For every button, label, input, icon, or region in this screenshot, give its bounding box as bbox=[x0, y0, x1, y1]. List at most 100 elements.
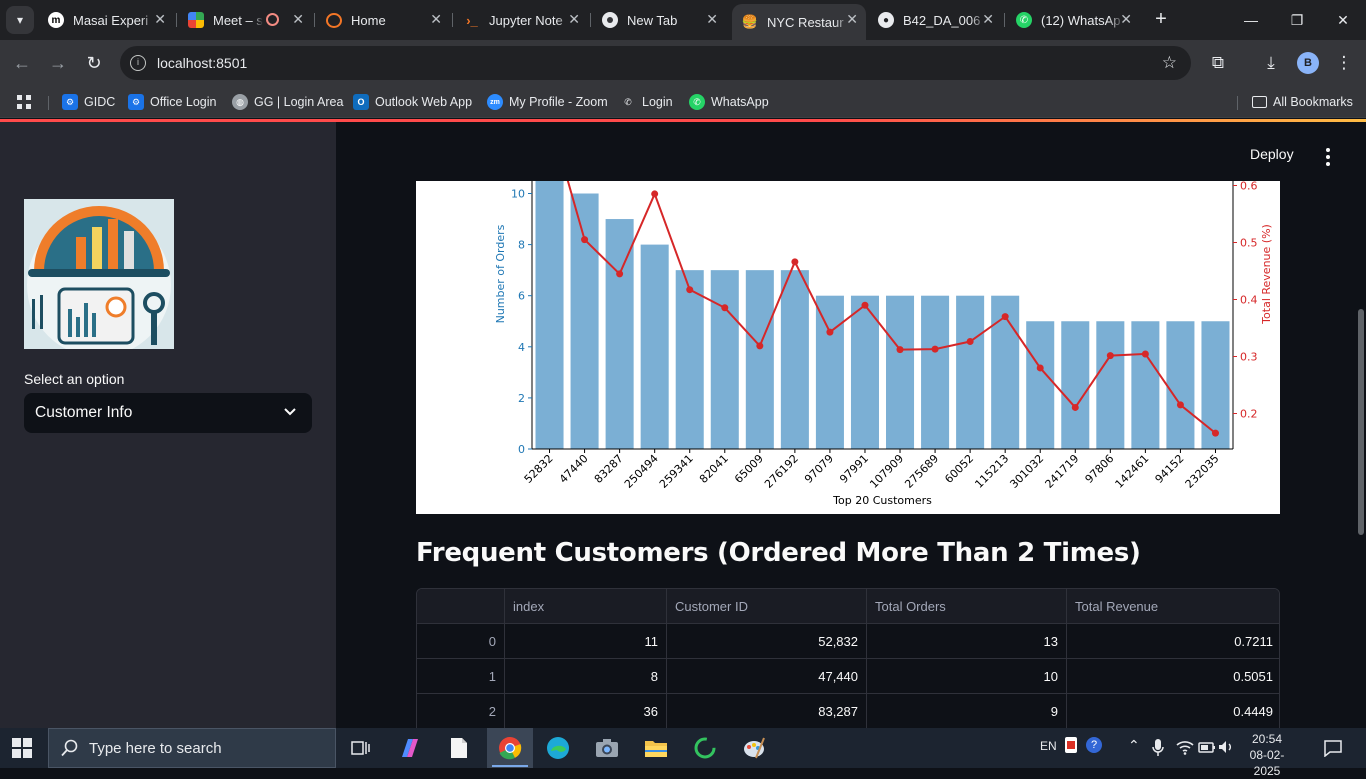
bookmarks-bar: ⚙ GIDC ⚙ Office Login ◍ GG | Login Area … bbox=[0, 86, 1366, 118]
close-tab-icon[interactable]: ✕ bbox=[154, 11, 166, 28]
revenue-point bbox=[896, 346, 904, 354]
apps-grid-icon[interactable] bbox=[16, 92, 32, 112]
x-tick-label: 47440 bbox=[557, 452, 591, 486]
close-tab-icon[interactable]: ✕ bbox=[430, 11, 442, 28]
bookmark-outlook[interactable]: O Outlook Web App bbox=[353, 92, 472, 112]
y2-tick-label: 0.3 bbox=[1240, 351, 1258, 364]
main-scrollbar-thumb[interactable] bbox=[1358, 309, 1364, 535]
close-tab-icon[interactable]: ✕ bbox=[706, 11, 718, 28]
globe-icon: ◍ bbox=[232, 94, 248, 110]
site-info-icon[interactable]: i bbox=[130, 55, 146, 71]
system-clock[interactable]: 20:54 08-02-2025 bbox=[1237, 731, 1297, 779]
edge-icon[interactable] bbox=[544, 734, 572, 762]
tab-github[interactable]: ● B42_DA_006 ✕ bbox=[868, 6, 1002, 34]
new-tab-plus-icon[interactable]: + bbox=[1150, 8, 1172, 30]
tab-meet[interactable]: Meet – s ✕ bbox=[178, 6, 312, 34]
bookmark-whatsapp[interactable]: ✆ WhatsApp bbox=[689, 92, 769, 112]
tab-nyc-restaurant[interactable]: 🍔 NYC Restaur ✕ bbox=[732, 4, 866, 40]
file-explorer-icon[interactable] bbox=[642, 734, 670, 762]
kebab-menu-icon[interactable]: ⋮ bbox=[1333, 52, 1355, 74]
notification-icon[interactable] bbox=[1324, 739, 1342, 757]
table-row[interactable]: 2 36 83,287 9 0.4449 bbox=[417, 694, 1279, 728]
wifi-icon[interactable] bbox=[1176, 739, 1194, 755]
deploy-button[interactable]: Deploy bbox=[1250, 146, 1294, 162]
row-index: 1 bbox=[417, 659, 505, 694]
tab-whatsapp[interactable]: ✆ (12) WhatsAp ✕ bbox=[1006, 6, 1140, 34]
bookmark-login[interactable]: ✆ Login bbox=[620, 92, 672, 112]
camera-icon[interactable] bbox=[593, 734, 621, 762]
address-bar[interactable]: i localhost:8501 ☆ bbox=[120, 46, 1191, 80]
tab-home[interactable]: Home ✕ bbox=[316, 6, 450, 34]
frequent-customers-table[interactable]: index Customer ID Total Orders Total Rev… bbox=[416, 588, 1280, 728]
download-icon[interactable]: ⤓ bbox=[1260, 52, 1282, 74]
copilot-icon[interactable] bbox=[396, 734, 424, 762]
help-icon[interactable]: ? bbox=[1086, 737, 1102, 753]
bar-orders bbox=[921, 295, 950, 449]
close-tab-icon[interactable]: ✕ bbox=[1120, 11, 1132, 28]
close-tab-icon[interactable]: ✕ bbox=[568, 11, 580, 28]
close-tab-icon[interactable]: ✕ bbox=[982, 11, 994, 28]
windows-start-icon[interactable] bbox=[12, 738, 32, 758]
tab-new-tab[interactable]: New Tab ✕ bbox=[592, 6, 726, 34]
notepad-icon[interactable] bbox=[445, 734, 473, 762]
column-header[interactable]: Total Orders bbox=[867, 589, 1067, 624]
reload-icon[interactable]: ↻ bbox=[82, 51, 106, 75]
microphone-icon[interactable] bbox=[1152, 739, 1164, 757]
column-header[interactable]: Total Revenue bbox=[1067, 589, 1279, 624]
battery-icon[interactable] bbox=[1198, 739, 1216, 755]
y-axis-label: Number of Orders bbox=[494, 224, 507, 323]
revenue-point bbox=[721, 304, 729, 312]
paint-icon[interactable] bbox=[740, 734, 768, 762]
bookmark-office-login[interactable]: ⚙ Office Login bbox=[128, 92, 216, 112]
taskbar-search[interactable]: Type here to search bbox=[48, 728, 336, 768]
close-tab-icon[interactable]: ✕ bbox=[292, 11, 304, 28]
x-tick-label: 250494 bbox=[622, 452, 661, 491]
whatsapp-icon: ✆ bbox=[689, 94, 705, 110]
close-tab-icon[interactable]: ✕ bbox=[846, 11, 858, 28]
cell-total-orders: 13 bbox=[867, 624, 1067, 659]
tab-jupyter-notebook[interactable]: ›_ Jupyter Note ✕ bbox=[454, 6, 588, 34]
x-tick-label: 276192 bbox=[762, 452, 801, 491]
revenue-point bbox=[1211, 429, 1219, 437]
tab-masai[interactable]: m Masai Experi ✕ bbox=[38, 6, 174, 34]
column-header[interactable]: index bbox=[505, 589, 667, 624]
gear-icon: ⚙ bbox=[128, 94, 144, 110]
revenue-point bbox=[931, 345, 939, 353]
forward-arrow-icon[interactable]: → bbox=[46, 51, 70, 75]
loading-app-icon[interactable] bbox=[691, 734, 719, 762]
bar-orders bbox=[815, 295, 844, 449]
zoom-icon: zm bbox=[487, 94, 503, 110]
streamlit-app: Select an option Customer Info Deploy 0 2… bbox=[0, 119, 1366, 728]
all-bookmarks[interactable]: All Bookmarks bbox=[1252, 92, 1353, 112]
column-header[interactable] bbox=[417, 589, 505, 624]
extensions-icon[interactable]: ⧉ bbox=[1207, 52, 1229, 74]
option-selectbox[interactable]: Customer Info bbox=[24, 393, 312, 433]
bar-orders bbox=[780, 270, 809, 449]
restore-icon[interactable]: ❐ bbox=[1274, 8, 1320, 32]
bookmark-gidc[interactable]: ⚙ GIDC bbox=[62, 92, 115, 112]
close-window-icon[interactable]: ✕ bbox=[1320, 8, 1366, 32]
bookmark-star-icon[interactable]: ☆ bbox=[1162, 53, 1177, 73]
masai-icon: m bbox=[48, 12, 64, 28]
recording-icon bbox=[266, 13, 279, 26]
pdf-icon[interactable] bbox=[1065, 737, 1077, 753]
back-arrow-icon[interactable]: ← bbox=[10, 51, 34, 75]
bookmark-zoom[interactable]: zm My Profile - Zoom bbox=[487, 92, 608, 112]
language-indicator[interactable]: EN bbox=[1040, 739, 1057, 753]
profile-avatar[interactable]: B bbox=[1297, 52, 1319, 74]
cell-total-revenue: 0.7211 bbox=[1234, 634, 1273, 649]
volume-icon[interactable] bbox=[1218, 739, 1234, 755]
chrome-taskbar-icon[interactable] bbox=[492, 734, 528, 767]
tab-search-icon[interactable]: ▾ bbox=[6, 6, 34, 34]
outlook-icon: O bbox=[353, 94, 369, 110]
x-tick-label: 97079 bbox=[802, 452, 836, 486]
table-row[interactable]: 0 11 52,832 13 0.7211 bbox=[417, 624, 1279, 659]
minimize-icon[interactable]: — bbox=[1228, 8, 1274, 32]
select-label: Select an option bbox=[24, 371, 125, 387]
bookmark-gg-login[interactable]: ◍ GG | Login Area bbox=[232, 92, 343, 112]
table-row[interactable]: 1 8 47,440 10 0.5051 bbox=[417, 659, 1279, 694]
column-header[interactable]: Customer ID bbox=[667, 589, 867, 624]
task-view-icon[interactable] bbox=[347, 734, 375, 762]
main-menu-icon[interactable] bbox=[1320, 147, 1336, 167]
chevron-up-icon[interactable]: ⌃ bbox=[1128, 737, 1140, 754]
